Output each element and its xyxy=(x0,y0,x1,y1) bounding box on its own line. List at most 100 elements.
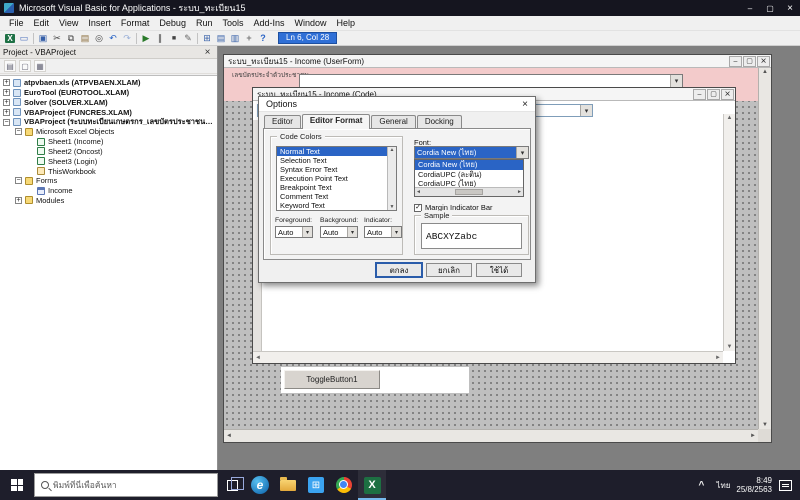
break-icon[interactable] xyxy=(153,32,167,45)
panel-close-icon[interactable] xyxy=(201,47,214,58)
tree-item-sheet2[interactable]: Sheet2 (Oncost) xyxy=(0,147,217,157)
paste-icon[interactable] xyxy=(78,32,92,45)
task-view-icon[interactable] xyxy=(218,470,246,500)
list-item[interactable]: Selection Text xyxy=(277,156,396,165)
close-icon[interactable] xyxy=(721,89,734,100)
list-item[interactable]: Keyword Text xyxy=(277,201,396,210)
save-icon[interactable] xyxy=(36,32,50,45)
file-explorer-icon[interactable] xyxy=(274,470,302,500)
list-item[interactable]: Breakpoint Text xyxy=(277,183,396,192)
run-icon[interactable] xyxy=(139,32,153,45)
expander-icon[interactable] xyxy=(3,79,10,86)
tree-item-forms[interactable]: Forms xyxy=(0,176,217,186)
menu-format[interactable]: Format xyxy=(116,16,155,31)
reset-icon[interactable] xyxy=(167,32,181,45)
excel-icon[interactable]: X xyxy=(358,470,386,500)
toolbox-icon[interactable] xyxy=(242,32,256,45)
notification-center-icon[interactable] xyxy=(779,480,792,491)
expander-icon[interactable] xyxy=(15,128,22,135)
expander-icon[interactable] xyxy=(3,99,10,106)
background-dropdown[interactable]: Auto xyxy=(320,226,358,238)
tree-item-solver[interactable]: Solver (SOLVER.XLAM) xyxy=(0,98,217,108)
form-horizontal-scrollbar[interactable]: ◄► xyxy=(224,429,758,442)
scrollbar-thumb[interactable] xyxy=(455,189,483,195)
tree-item-sheet3[interactable]: Sheet3 (Login) xyxy=(0,156,217,166)
maximize-icon[interactable] xyxy=(707,89,720,100)
toggle-folders-icon[interactable]: ▦ xyxy=(34,60,46,72)
view-excel-icon[interactable] xyxy=(3,32,17,45)
close-icon[interactable] xyxy=(780,0,800,16)
listbox-scrollbar[interactable]: ▲▼ xyxy=(387,147,396,210)
close-icon[interactable] xyxy=(757,56,770,67)
tree-item-thisworkbook[interactable]: ThisWorkbook xyxy=(0,166,217,176)
minimize-icon[interactable] xyxy=(693,89,706,100)
search-input[interactable] xyxy=(53,480,211,490)
undo-icon[interactable] xyxy=(106,32,120,45)
tree-item-modules[interactable]: Modules xyxy=(0,196,217,206)
tree-item-vbaproject[interactable]: VBAProject (ระบบทะเบียนเกษตรกร_เลขบัตรปร… xyxy=(0,117,217,127)
tree-item-atpvbaen[interactable]: atpvbaen.xls (ATPVBAEN.XLAM) xyxy=(0,78,217,88)
menu-tools[interactable]: Tools xyxy=(217,16,248,31)
minimize-icon[interactable] xyxy=(729,56,742,67)
copy-icon[interactable] xyxy=(64,32,78,45)
expander-icon[interactable] xyxy=(15,197,22,204)
list-item[interactable]: Execution Point Text xyxy=(277,174,396,183)
tree-item-income-form[interactable]: Income xyxy=(0,186,217,196)
help-icon[interactable] xyxy=(256,32,270,45)
menu-addins[interactable]: Add-Ins xyxy=(248,16,289,31)
list-item[interactable]: Syntax Error Text xyxy=(277,165,396,174)
tray-chevron-icon[interactable]: ^ xyxy=(692,480,710,491)
code-horizontal-scrollbar[interactable]: ◄► xyxy=(253,351,723,363)
font-option[interactable]: CordiaUPC (ละติน) xyxy=(415,170,523,180)
font-list-scrollbar[interactable]: ◄► xyxy=(415,187,523,196)
language-indicator[interactable]: ไทย xyxy=(710,479,736,492)
code-colors-listbox[interactable]: Normal Text Selection Text Syntax Error … xyxy=(276,146,397,211)
tree-item-eurotool[interactable]: EuroTool (EUROTOOL.XLAM) xyxy=(0,88,217,98)
design-mode-icon[interactable] xyxy=(181,32,195,45)
view-code-icon[interactable]: ▤ xyxy=(4,60,16,72)
ok-button[interactable]: ตกลง xyxy=(376,263,422,277)
store-icon[interactable] xyxy=(302,470,330,500)
dialog-close-icon[interactable] xyxy=(515,99,535,110)
redo-icon[interactable] xyxy=(120,32,134,45)
tree-item-sheet1[interactable]: Sheet1 (Income) xyxy=(0,137,217,147)
cancel-button[interactable]: ยกเลิก xyxy=(426,263,472,277)
form-combobox[interactable] xyxy=(299,74,683,88)
taskbar-clock[interactable]: 8:49 25/8/2563 xyxy=(736,476,779,494)
object-browser-icon[interactable] xyxy=(228,32,242,45)
find-icon[interactable] xyxy=(92,32,106,45)
maximize-icon[interactable] xyxy=(743,56,756,67)
properties-window-icon[interactable] xyxy=(214,32,228,45)
list-item[interactable]: Comment Text xyxy=(277,192,396,201)
expander-icon[interactable] xyxy=(3,109,10,116)
menu-window[interactable]: Window xyxy=(290,16,332,31)
maximize-icon[interactable] xyxy=(760,0,780,16)
menu-run[interactable]: Run xyxy=(191,16,218,31)
menu-file[interactable]: File xyxy=(4,16,29,31)
foreground-dropdown[interactable]: Auto xyxy=(275,226,313,238)
menu-insert[interactable]: Insert xyxy=(83,16,116,31)
insert-userform-icon[interactable] xyxy=(17,32,31,45)
apply-button[interactable]: ใช้ได้ xyxy=(476,263,522,277)
start-button[interactable] xyxy=(0,470,34,500)
tree-item-funcres[interactable]: VBAProject (FUNCRES.XLAM) xyxy=(0,107,217,117)
expander-icon[interactable] xyxy=(3,119,10,126)
font-combobox[interactable]: Cordia New (ไทย) xyxy=(414,146,529,159)
expander-icon[interactable] xyxy=(15,177,22,184)
view-object-icon[interactable]: ▢ xyxy=(19,60,31,72)
tab-editor-format[interactable]: Editor Format xyxy=(302,114,370,129)
tree-item-excel-objects[interactable]: Microsoft Excel Objects xyxy=(0,127,217,137)
chrome-icon[interactable] xyxy=(330,470,358,500)
taskbar-search[interactable] xyxy=(34,473,218,497)
form-vertical-scrollbar[interactable]: ▲▼ xyxy=(758,68,771,429)
expander-icon[interactable] xyxy=(3,89,10,96)
font-option[interactable]: Cordia New (ไทย) xyxy=(415,160,523,170)
dialog-titlebar[interactable]: Options xyxy=(259,97,535,112)
indicator-dropdown[interactable]: Auto xyxy=(364,226,402,238)
edge-icon[interactable]: e xyxy=(246,470,274,500)
cut-icon[interactable] xyxy=(50,32,64,45)
minimize-icon[interactable] xyxy=(740,0,760,16)
code-vertical-scrollbar[interactable]: ▲▼ xyxy=(723,114,735,351)
list-item[interactable]: Normal Text xyxy=(277,147,396,156)
project-explorer-icon[interactable] xyxy=(200,32,214,45)
